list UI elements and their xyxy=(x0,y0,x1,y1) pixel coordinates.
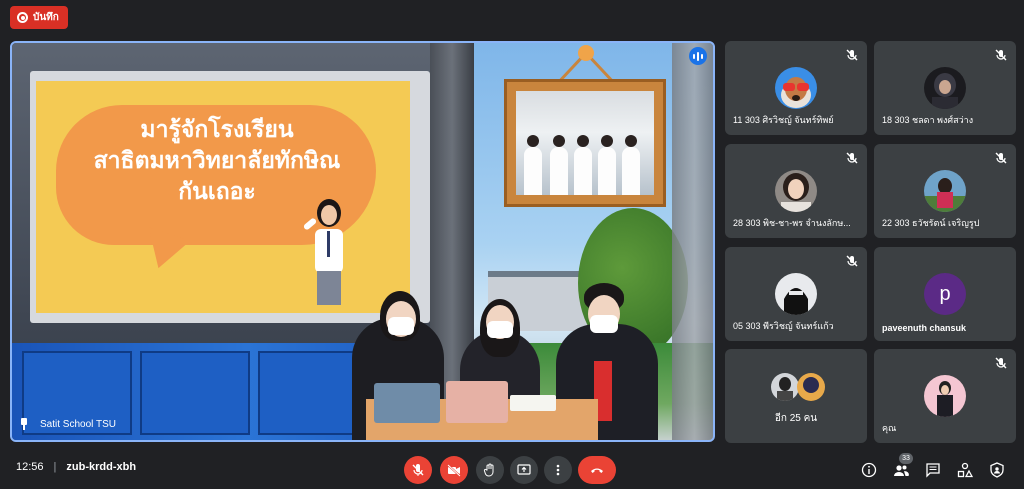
participant-name: paveenuth chansuk xyxy=(882,323,967,333)
pin-icon[interactable] xyxy=(18,418,30,430)
more-options-icon xyxy=(556,464,560,476)
main-tile-name: Satit School TSU xyxy=(18,418,116,430)
meeting-info: 12:56 | zub-krdd-xbh xyxy=(16,461,136,473)
participant-tile[interactable]: p paveenuth chansuk xyxy=(874,247,1016,341)
studio-video-scene: มารู้จักโรงเรียน สาธิตมหาวิทยาลัยทักษิณ … xyxy=(12,43,713,440)
participant-name: 28 303 พิช-ชา-พร จำนงลักษ... xyxy=(733,218,851,228)
activities-icon xyxy=(957,462,973,478)
mic-off-icon xyxy=(846,152,858,164)
slide-title-line-1: มารู้จักโรงเรียน xyxy=(140,117,294,143)
avatar xyxy=(797,373,825,401)
hangup-icon xyxy=(591,468,603,473)
mic-off-icon xyxy=(995,49,1007,61)
masked-avatar xyxy=(775,273,817,315)
mic-off-icon xyxy=(995,152,1007,164)
present-button[interactable] xyxy=(510,456,538,484)
participant-name: 11 303 ศิรวิชญ์ จันทร์ทิพย์ xyxy=(733,115,834,125)
mic-toggle-button[interactable] xyxy=(404,456,432,484)
frame-pin xyxy=(578,45,594,61)
participant-tile[interactable]: 11 303 ศิรวิชญ์ จันทร์ทิพย์ xyxy=(725,41,867,135)
bottom-toolbar: 12:56 | zub-krdd-xbh 33 xyxy=(0,452,1024,489)
dog-avatar xyxy=(775,67,817,109)
self-tile[interactable]: คุณ xyxy=(874,349,1016,443)
outdoor-avatar xyxy=(924,170,966,212)
participant-name: 18 303 ชลดา พงศ์สว่าง xyxy=(882,115,974,125)
hand-icon xyxy=(483,463,494,477)
group-avatars xyxy=(769,373,829,403)
girl-avatar xyxy=(775,170,817,212)
lab-photo xyxy=(516,91,654,195)
laptop-left xyxy=(374,383,440,423)
participant-tile[interactable]: 18 303 ชลดา พงศ์สว่าง xyxy=(874,41,1016,135)
recording-badge[interactable]: บันทึก xyxy=(10,6,68,29)
letter-avatar: p xyxy=(924,273,966,315)
more-participants-tile[interactable]: อีก 25 คน xyxy=(725,349,867,443)
chat-button[interactable] xyxy=(924,461,942,479)
slide-student-illustration xyxy=(303,199,343,305)
participant-name: คุณ xyxy=(882,423,897,433)
leave-call-button[interactable] xyxy=(578,456,616,484)
mic-off-icon xyxy=(995,357,1007,369)
mic-off-icon xyxy=(846,255,858,267)
activities-button[interactable] xyxy=(956,461,974,479)
character-avatar xyxy=(924,67,966,109)
recording-label: บันทึก xyxy=(33,12,59,23)
participant-name: 05 303 พีรวิชญ์ จันทร์แก้ว xyxy=(733,321,834,331)
record-icon xyxy=(17,12,28,23)
host-controls-button[interactable] xyxy=(988,461,1006,479)
mic-off-icon xyxy=(412,464,424,476)
camera-off-icon xyxy=(447,464,461,477)
separator: | xyxy=(53,461,57,473)
slide-title-line-2: สาธิตมหาวิทยาลัยทักษิณ xyxy=(93,148,341,174)
present-screen-icon xyxy=(517,464,531,475)
participant-tile[interactable]: 05 303 พีรวิชญ์ จันทร์แก้ว xyxy=(725,247,867,341)
meeting-code[interactable]: zub-krdd-xbh xyxy=(66,461,136,473)
meeting-details-button[interactable] xyxy=(860,461,878,479)
participant-count-badge: 33 xyxy=(899,453,913,464)
hanging-photo-frame xyxy=(504,79,666,207)
participant-tile[interactable]: 28 303 พิช-ชา-พร จำนงลักษ... xyxy=(725,144,867,238)
participant-name: 22 303 ธวัชรัตน์ เจริญรูป xyxy=(882,218,980,228)
raise-hand-button[interactable] xyxy=(476,456,504,484)
presenter-name: Satit School TSU xyxy=(40,418,116,430)
info-icon xyxy=(861,462,877,478)
meeting-time: 12:56 xyxy=(16,461,44,473)
laptop-right xyxy=(446,381,508,423)
self-avatar xyxy=(924,375,966,417)
avatar xyxy=(771,373,799,401)
host-controls-icon xyxy=(990,462,1004,478)
main-video-tile[interactable]: มารู้จักโรงเรียน สาธิตมหาวิทยาลัยทักษิณ … xyxy=(10,41,715,442)
camera-toggle-button[interactable] xyxy=(440,456,468,484)
chat-icon xyxy=(926,463,940,478)
more-participants-label: อีก 25 คน xyxy=(774,413,818,424)
people-icon xyxy=(894,465,909,476)
more-options-button[interactable] xyxy=(544,456,572,484)
participant-tile[interactable]: 22 303 ธวัชรัตน์ เจริญรูป xyxy=(874,144,1016,238)
mic-off-icon xyxy=(846,49,858,61)
audio-level-icon xyxy=(689,47,707,65)
